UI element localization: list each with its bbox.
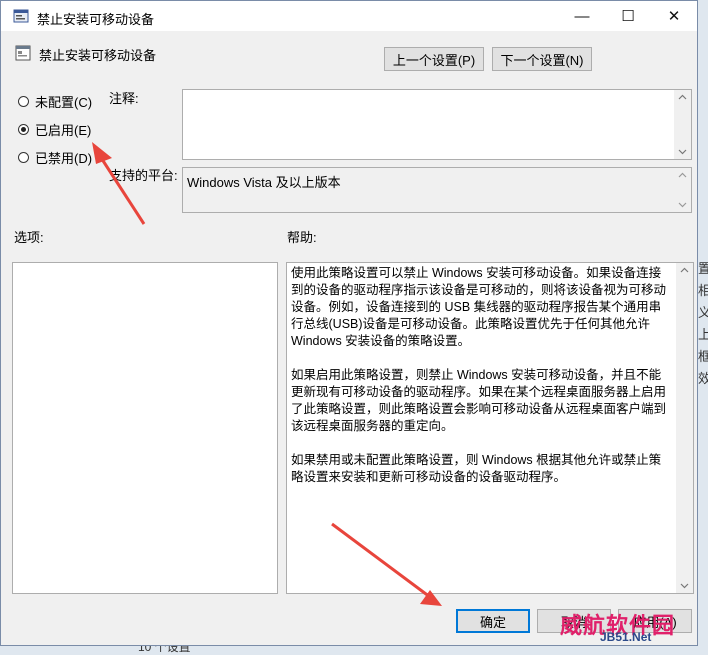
annotation-arrows: [92, 142, 442, 606]
watermark-sub: JB51.Net: [600, 630, 652, 644]
arrow-to-enabled: [92, 142, 146, 225]
arrow-to-ok: [331, 522, 442, 606]
